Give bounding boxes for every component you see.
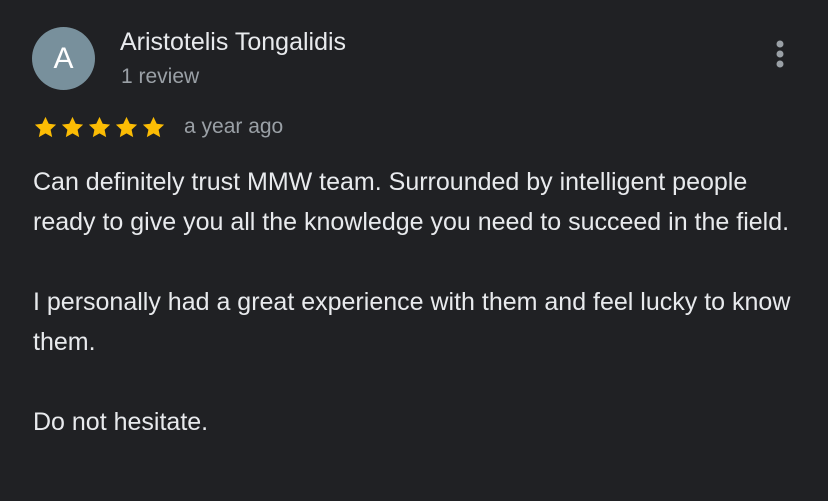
star-icon — [115, 116, 138, 137]
review-count: 1 review — [121, 65, 200, 88]
star-icon — [34, 116, 57, 137]
avatar[interactable]: A — [32, 27, 95, 90]
review-paragraph: I personally had a great experience with… — [33, 288, 791, 356]
more-vertical-icon — [776, 40, 784, 68]
star-icon — [61, 116, 84, 137]
avatar-letter: A — [53, 41, 74, 75]
rating-row: a year ago — [33, 112, 283, 142]
star-rating — [33, 115, 166, 140]
reviewer-name[interactable]: Aristotelis Tongalidis — [120, 28, 346, 57]
review-date: a year ago — [184, 115, 284, 138]
review-paragraph: Can definitely trust MMW team. Surrounde… — [33, 168, 790, 236]
review-paragraph: Do not hesitate. — [33, 408, 209, 436]
more-options-button[interactable] — [766, 36, 794, 72]
review-card: A Aristotelis Tongalidis 1 review a year… — [0, 0, 828, 501]
star-icon — [88, 116, 111, 137]
review-text: Can definitely trust MMW team. Surrounde… — [33, 162, 793, 482]
star-icon — [142, 116, 165, 137]
